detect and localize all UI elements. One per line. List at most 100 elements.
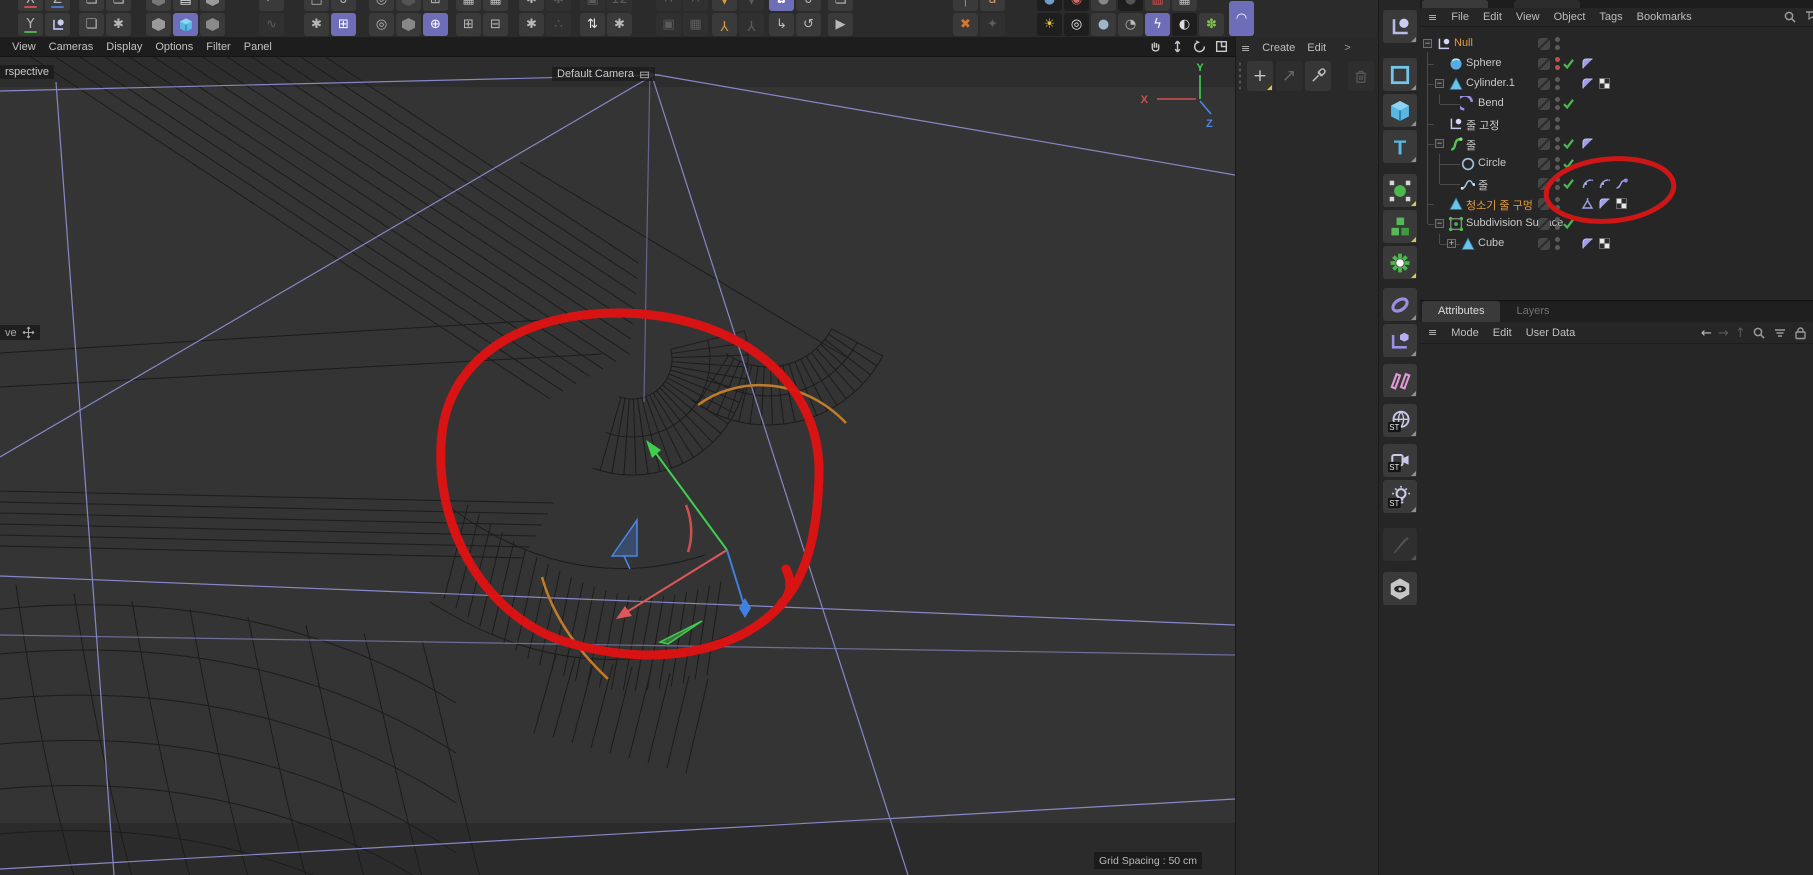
generator-gear-icon[interactable]	[1383, 246, 1417, 279]
null-object-icon[interactable]	[1436, 36, 1451, 51]
texture-tag-icon[interactable]	[1598, 77, 1611, 90]
contrast-sphere-icon[interactable]: ◐	[1172, 13, 1197, 36]
annotate-pencil-icon[interactable]	[1383, 528, 1417, 561]
visibility-dots[interactable]	[1555, 137, 1560, 153]
spline-tool-icon[interactable]: ∿	[259, 13, 284, 36]
new-project-icon[interactable]: ❏	[79, 13, 104, 36]
burst-gear-icon[interactable]: ✱	[519, 13, 544, 36]
viewport-menu-filter[interactable]: Filter	[206, 41, 230, 53]
gear-a-icon[interactable]: ✱	[519, 0, 544, 11]
structure-mode-icon[interactable]	[200, 13, 225, 36]
render-clip-icon[interactable]: ▶	[828, 13, 853, 36]
enabled-check-icon[interactable]	[1562, 97, 1575, 110]
u-tool-icon[interactable]: ∪	[796, 0, 821, 11]
dark-sphere-icon[interactable]: ●	[1118, 0, 1143, 11]
subdivision-surface-object-icon[interactable]	[1448, 216, 1464, 232]
layer-chip-icon[interactable]	[1538, 98, 1550, 110]
viewport-menu-cameras[interactable]: Cameras	[49, 41, 94, 53]
dots-a-icon[interactable]: ∴	[656, 0, 681, 11]
texture-tag-icon[interactable]	[1615, 197, 1628, 210]
camera-faded-icon[interactable]: ▣	[580, 0, 605, 11]
snap-grid-lock-icon[interactable]: ⊞	[331, 13, 356, 36]
folder-b-icon[interactable]: ❏	[828, 0, 853, 11]
options-gear-icon[interactable]: ✱	[607, 13, 632, 36]
cleaner-hole-object-icon[interactable]	[1448, 196, 1463, 211]
expander-open-icon[interactable]: −	[1435, 139, 1444, 148]
text-tool-icon[interactable]: T	[1383, 130, 1417, 163]
line-orange-icon[interactable]: |	[953, 0, 978, 11]
model-mode-icon[interactable]	[1383, 174, 1417, 207]
array-cubes-icon[interactable]	[1383, 210, 1417, 243]
modeling-gear-icon[interactable]: ✱	[304, 13, 329, 36]
sky-object-icon[interactable]: ●	[1091, 13, 1116, 36]
red-card-icon[interactable]: ▥	[1145, 0, 1170, 11]
expander-closed-icon[interactable]: +	[1447, 239, 1456, 248]
objects-menu-bookmarks[interactable]: Bookmarks	[1637, 11, 1692, 23]
palette-menu-icon[interactable]: ≡	[1241, 42, 1250, 55]
symmetry-icon[interactable]	[1383, 364, 1417, 397]
jul-spline-object-icon[interactable]	[1460, 176, 1476, 191]
palette-chevron[interactable]: >	[1344, 42, 1350, 54]
expander-open-icon[interactable]: −	[1423, 39, 1432, 48]
camera-studio-icon[interactable]: ST	[1383, 444, 1417, 477]
viewport-menu-panel[interactable]: Panel	[244, 41, 272, 53]
light-studio-icon[interactable]: ST	[1383, 480, 1417, 513]
delete-button[interactable]	[1348, 61, 1374, 91]
visibility-dots[interactable]	[1555, 97, 1560, 113]
faded-tool-a-icon[interactable]: ▣	[656, 13, 681, 36]
layout-quad-icon[interactable]: ⊞	[456, 13, 481, 36]
object-label[interactable]: 줄	[1466, 137, 1476, 153]
up-icon[interactable]: ↑	[1735, 326, 1746, 341]
back-icon[interactable]: ←	[1701, 326, 1712, 341]
scene-light-icon[interactable]: ☀	[1037, 13, 1062, 36]
rings-tool-icon[interactable]: ◎	[369, 0, 394, 11]
visibility-dots[interactable]	[1555, 117, 1560, 133]
splinedot-tag-icon[interactable]	[1615, 177, 1628, 190]
toggle-view-icon[interactable]	[1214, 39, 1229, 54]
zoom-vertical-icon[interactable]	[1170, 39, 1185, 54]
link-arrow-button[interactable]: ↗	[1276, 61, 1302, 91]
eyedropper-button[interactable]	[1305, 61, 1331, 91]
arc-presets-icon[interactable]: ◠	[1229, 1, 1254, 36]
attributes-menu-edit[interactable]: Edit	[1493, 327, 1512, 339]
objects-menu-tags[interactable]: Tags	[1599, 11, 1622, 23]
layer-chip-icon[interactable]	[1538, 38, 1550, 50]
layer-chip-icon[interactable]	[1538, 198, 1550, 210]
tree-row-cube[interactable]: + Cube	[1420, 234, 1813, 254]
y-axis-lock-icon[interactable]: Y	[18, 13, 43, 36]
globe-studio-icon[interactable]: ST	[1383, 404, 1417, 437]
pin-b-icon[interactable]: ▼	[739, 0, 764, 11]
fold-hexagon-icon[interactable]	[396, 13, 421, 36]
scatter-dots-icon[interactable]: ∴	[546, 13, 571, 36]
shape-rectangle-icon[interactable]	[1383, 58, 1417, 91]
phong-tag-icon[interactable]	[1581, 137, 1594, 150]
enabled-check-icon[interactable]	[1562, 157, 1575, 170]
objects-menu-view[interactable]: View	[1516, 11, 1540, 23]
palette-menu-create[interactable]: Create	[1262, 42, 1295, 54]
tree-row-cylinder-1[interactable]: − Cylinder.1	[1420, 74, 1813, 94]
cube-object-icon[interactable]	[1460, 236, 1475, 251]
visibility-dots[interactable]	[1555, 37, 1560, 53]
hex-dark-icon[interactable]	[396, 0, 421, 11]
hoop-deformer-icon[interactable]	[1383, 288, 1417, 321]
primitive-pipe-icon[interactable]	[146, 13, 171, 36]
leaf-tool-icon[interactable]: ✿	[769, 0, 794, 11]
layer-chip-icon[interactable]	[1538, 58, 1550, 70]
viewport-3d[interactable]: Y X Z rspective Default Camera ve Grid S…	[0, 57, 1235, 875]
tree-row-bend[interactable]: Bend	[1420, 94, 1813, 114]
move-gizmo[interactable]	[610, 440, 751, 645]
gear-b-icon[interactable]: ✱	[546, 0, 571, 11]
workplane-mode-icon[interactable]: ⊕	[423, 13, 448, 36]
hanger-tag-icon[interactable]	[1581, 197, 1594, 210]
visibility-dots[interactable]	[1555, 237, 1560, 253]
object-label[interactable]: 줄 고정	[1466, 117, 1499, 133]
object-manager-menu-icon[interactable]: ≡	[1428, 11, 1437, 24]
viewport-menu-options[interactable]: Options	[155, 41, 193, 53]
dots-b-icon[interactable]: ∴	[683, 0, 708, 11]
square-tool-icon[interactable]: □	[304, 0, 329, 11]
pin-a-icon[interactable]: ▼	[712, 0, 737, 11]
bend-object-icon[interactable]	[1456, 94, 1475, 111]
objects-menu-file[interactable]: File	[1451, 11, 1469, 23]
frame-12-icon[interactable]: 12	[607, 0, 632, 11]
coordinate-manager-icon[interactable]	[1383, 10, 1417, 43]
